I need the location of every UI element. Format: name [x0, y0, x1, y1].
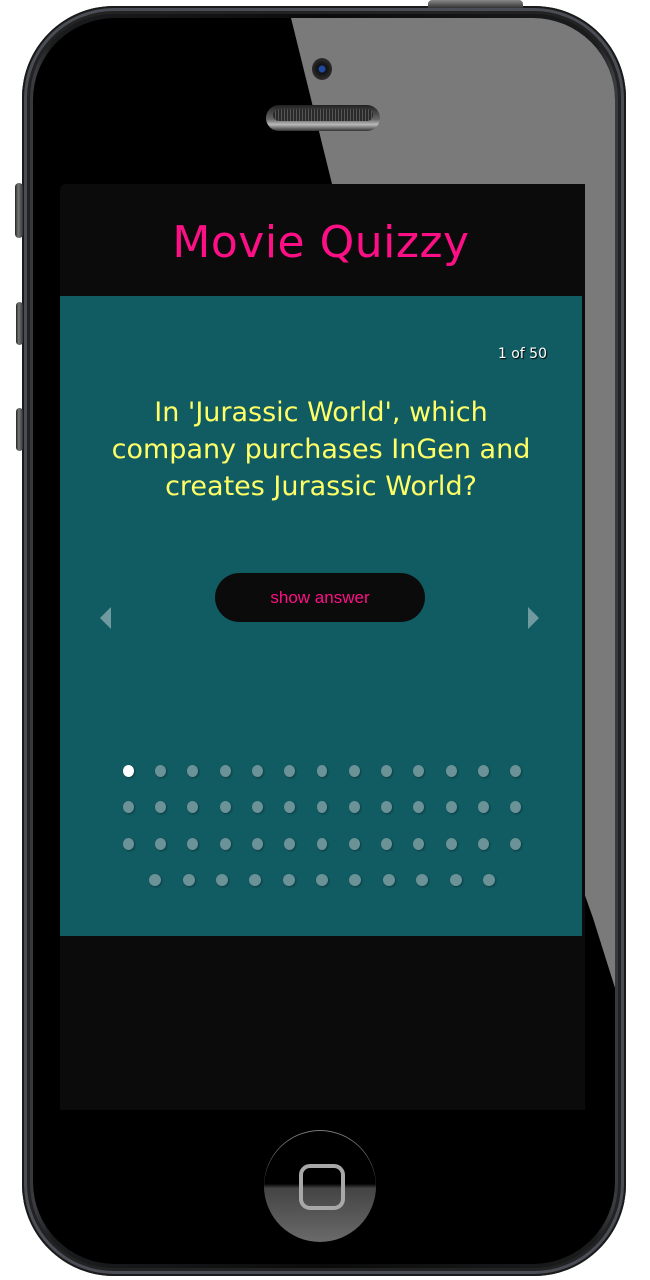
pager-dot[interactable]: [316, 765, 328, 777]
pager-dot[interactable]: [413, 801, 425, 814]
pager-dot[interactable]: [382, 873, 395, 886]
pager-dot[interactable]: [413, 765, 425, 777]
pager-dot[interactable]: [251, 837, 263, 850]
pager-dot[interactable]: [316, 873, 328, 886]
pager-dot[interactable]: [478, 801, 490, 814]
pager-dot[interactable]: [381, 837, 393, 850]
pager-dot[interactable]: [282, 873, 295, 886]
pager-dot[interactable]: [154, 765, 166, 777]
question-pager: [112, 765, 532, 910]
volume-down-button: [16, 408, 23, 451]
pager-dot[interactable]: [381, 801, 393, 814]
pager-dot[interactable]: [187, 765, 199, 777]
pager-dot[interactable]: [284, 801, 296, 814]
app-title: Movie Quizzy: [172, 216, 470, 268]
previous-question-arrow-icon[interactable]: [100, 607, 111, 629]
pager-dot[interactable]: [187, 801, 199, 814]
app-header: Movie Quizzy: [60, 184, 582, 296]
next-question-arrow-icon[interactable]: [528, 607, 539, 629]
pager-dot[interactable]: [381, 765, 393, 777]
earpiece-speaker: [266, 105, 380, 131]
pager-dot[interactable]: [445, 801, 457, 814]
pager-dot[interactable]: [122, 801, 134, 814]
pager-dot[interactable]: [478, 765, 490, 777]
pager-dot[interactable]: [348, 801, 360, 814]
pager-dot[interactable]: [349, 873, 362, 886]
pager-dot[interactable]: [510, 801, 522, 814]
pager-dot[interactable]: [482, 873, 495, 886]
pager-dot[interactable]: [251, 765, 263, 777]
pager-dot[interactable]: [219, 765, 231, 777]
power-button: [428, 0, 523, 8]
show-answer-button[interactable]: show answer: [215, 573, 425, 622]
pager-row: [112, 801, 532, 837]
pager-dot[interactable]: [284, 765, 296, 777]
question-counter: 1 of 50: [497, 346, 547, 362]
pager-dot[interactable]: [478, 837, 490, 850]
mute-switch: [15, 183, 23, 238]
pager-row: [112, 873, 532, 910]
pager-dot[interactable]: [154, 837, 166, 850]
pager-dot[interactable]: [416, 873, 429, 886]
pager-row: [112, 765, 532, 801]
app-screen: Movie Quizzy 1 of 50 In 'Jurassic World'…: [60, 184, 585, 1110]
pager-dot[interactable]: [122, 837, 134, 850]
pager-dot[interactable]: [219, 801, 231, 814]
volume-up-button: [16, 302, 23, 345]
question-card: 1 of 50 In 'Jurassic World', which compa…: [60, 296, 582, 936]
pager-dot[interactable]: [316, 837, 328, 850]
pager-dot[interactable]: [449, 873, 462, 886]
pager-dot[interactable]: [445, 765, 457, 777]
pager-dot[interactable]: [182, 873, 195, 886]
pager-dot[interactable]: [249, 873, 262, 886]
home-square-icon: [299, 1164, 345, 1210]
pager-dot[interactable]: [510, 765, 522, 777]
pager-dot[interactable]: [219, 837, 231, 850]
pager-dot[interactable]: [149, 873, 162, 886]
pager-dot[interactable]: [316, 801, 328, 814]
pager-dot[interactable]: [413, 837, 425, 850]
pager-dot[interactable]: [510, 837, 522, 850]
pager-dot[interactable]: [348, 765, 360, 777]
pager-dot-active[interactable]: [122, 765, 134, 777]
pager-row: [112, 837, 532, 874]
pager-dot[interactable]: [154, 801, 166, 814]
pager-dot[interactable]: [445, 837, 457, 850]
pager-dot[interactable]: [251, 801, 263, 814]
home-button[interactable]: [264, 1130, 376, 1242]
pager-dot[interactable]: [284, 837, 296, 850]
pager-dot[interactable]: [187, 837, 199, 850]
question-text: In 'Jurassic World', which company purch…: [111, 397, 531, 502]
front-camera-icon: [312, 58, 332, 80]
pager-dot[interactable]: [215, 873, 228, 886]
pager-dot[interactable]: [348, 837, 360, 850]
